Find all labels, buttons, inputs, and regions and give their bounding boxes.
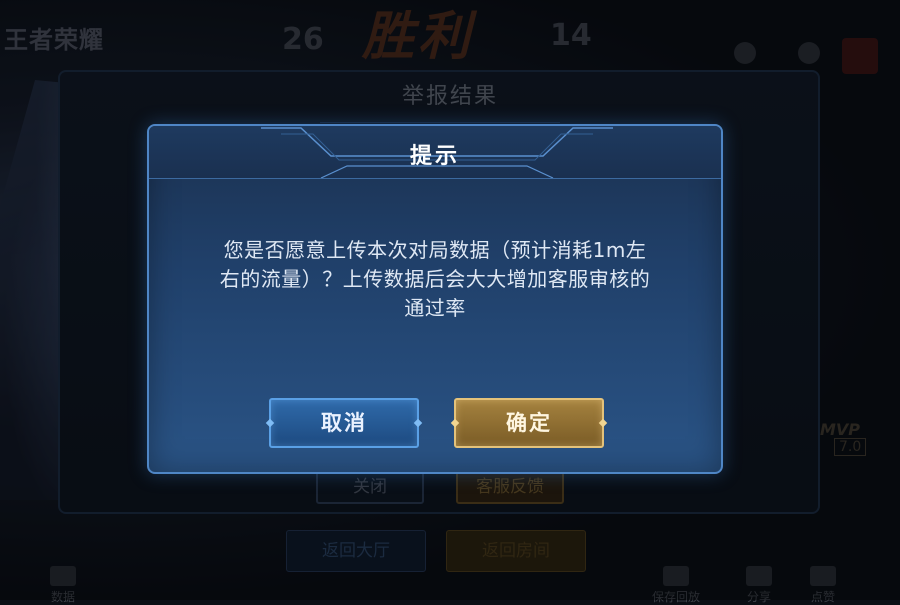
message-line: 通过率 (404, 296, 466, 320)
cancel-button[interactable]: 取消 (269, 398, 419, 448)
message-line: 您是否愿意上传本次对局数据（预计消耗1m左 (223, 238, 647, 262)
upload-prompt-dialog: 提示 您是否愿意上传本次对局数据（预计消耗1m左 右的流量）？上传数据后会大大增… (147, 124, 723, 474)
dialog-title: 提示 (409, 144, 460, 169)
dialog-message: 您是否愿意上传本次对局数据（预计消耗1m左 右的流量）？上传数据后会大大增加客服… (183, 236, 687, 323)
confirm-button[interactable]: 确定 (454, 398, 604, 448)
message-line: 右的流量）？上传数据后会大大增加客服审核的 (219, 267, 651, 291)
dialog-header: 提示 (149, 126, 721, 179)
